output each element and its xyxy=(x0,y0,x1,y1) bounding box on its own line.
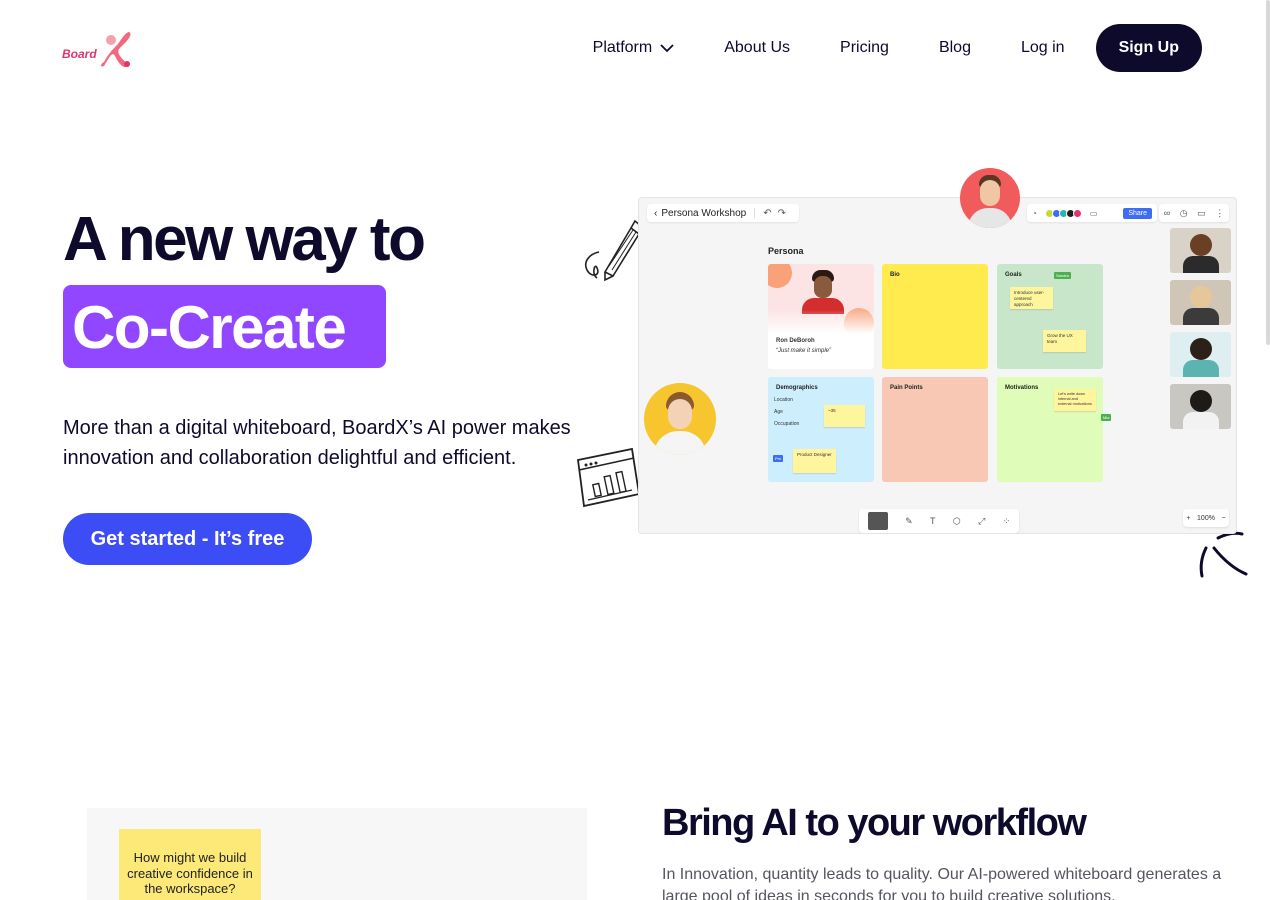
persona-card: Ron DeBoroh “Just make it simple” xyxy=(768,264,874,369)
nav-log-in[interactable]: Log in xyxy=(1021,39,1065,57)
shape-tool-icon[interactable]: ⬡ xyxy=(953,516,961,527)
sign-up-button[interactable]: Sign Up xyxy=(1095,24,1202,72)
zoom-control: + 100% − xyxy=(1183,509,1229,527)
nav-about-us[interactable]: About Us xyxy=(724,39,790,57)
bio-card: Bio xyxy=(882,264,988,369)
hero-headline: A new way to xyxy=(63,205,426,274)
persona-name: Ron DeBoroh xyxy=(776,338,815,344)
motivation-sticky[interactable]: Let's write down internal and external m… xyxy=(1054,389,1096,411)
demo-field: Occupation xyxy=(774,421,800,427)
demographics-card: Demographics Location Age Occupation ~35… xyxy=(768,377,874,482)
connector-tool-icon[interactable]: ⤢ xyxy=(978,516,985,527)
zoom-level: 100% xyxy=(1197,514,1215,522)
demo-field: Age xyxy=(774,409,783,415)
hero-highlight: Co-Create xyxy=(63,285,386,368)
persona-avatar xyxy=(802,270,844,314)
goal-sticky[interactable]: Grow the UX team xyxy=(1043,330,1086,352)
board-tools: ∞ ◷ ▭ ⋮ xyxy=(1159,204,1229,222)
demo-badge: Pm xyxy=(773,455,783,462)
browser-chart-doodle-icon xyxy=(576,447,641,508)
goal-badge: Sandra xyxy=(1054,272,1071,279)
hmw-sticky-note[interactable]: How might we build creative confidence i… xyxy=(119,829,261,900)
persona-quote: “Just make it simple” xyxy=(776,348,832,354)
nav-platform[interactable]: Platform xyxy=(593,39,675,57)
demographics-label: Demographics xyxy=(776,385,818,391)
age-sticky[interactable]: ~35 xyxy=(824,405,865,427)
participant-video[interactable] xyxy=(1170,332,1231,377)
pain-points-card: Pain Points xyxy=(882,377,988,482)
participant-video[interactable] xyxy=(1170,384,1231,429)
hero-description: More than a digital whiteboard, BoardX’s… xyxy=(63,417,571,469)
pencil-doodle-icon xyxy=(584,219,641,282)
page-scrollbar[interactable] xyxy=(1266,0,1270,345)
share-button[interactable]: Share xyxy=(1123,207,1152,219)
board-title-bar: ‹ Persona Workshop ↶ ↷ xyxy=(647,204,799,222)
motivations-label: Motivations xyxy=(1005,385,1039,391)
hero-highlight-text: Co-Create xyxy=(72,294,347,361)
whiteboard-preview: ‹ Persona Workshop ↶ ↷ ◔ ▭ Share ∞ ◷ ▭ ⋮… xyxy=(638,197,1237,534)
timer-icon[interactable]: ◷ xyxy=(1180,208,1188,219)
goal-sticky[interactable]: Introduce user-centered approach xyxy=(1010,287,1053,309)
sticky-note-tool-icon[interactable] xyxy=(867,512,888,530)
board-workspace-title: Persona Workshop xyxy=(661,207,747,219)
zoom-in-icon[interactable]: + xyxy=(1186,515,1190,522)
section-description: In Innovation, quantity leads to quality… xyxy=(662,866,1222,900)
participant-video[interactable] xyxy=(1170,228,1231,273)
logo[interactable]: Board xyxy=(62,28,132,68)
pen-tool-icon[interactable]: ✎ xyxy=(905,516,913,527)
logo-x-icon xyxy=(101,32,131,68)
participant-video[interactable] xyxy=(1170,280,1231,325)
headset-icon[interactable]: ◔ xyxy=(1032,209,1037,218)
main-nav: Platform About Us Pricing Blog Log in Si… xyxy=(593,24,1202,72)
goals-label: Goals xyxy=(1005,272,1022,278)
back-chevron-icon[interactable]: ‹ xyxy=(654,208,657,219)
sparkle-doodle-icon xyxy=(1199,531,1248,578)
section-title: Bring AI to your workflow xyxy=(662,802,1087,844)
apps-tool-icon[interactable]: ⁘ xyxy=(1003,516,1011,527)
collaborator-avatar xyxy=(960,168,1020,228)
bio-label: Bio xyxy=(890,272,900,278)
present-icon[interactable]: ▭ xyxy=(1197,208,1206,219)
text-tool-icon[interactable]: T xyxy=(930,516,936,526)
link-icon[interactable]: ∞ xyxy=(1164,208,1170,218)
board-collab-bar: ◔ ▭ Share xyxy=(1027,204,1157,222)
ai-demo-canvas: How might we build creative confidence i… xyxy=(87,808,587,900)
collaborator-avatar xyxy=(644,383,716,455)
comment-icon[interactable]: ▭ xyxy=(1090,209,1098,218)
video-participants xyxy=(1170,228,1231,436)
motivation-badge: Mia xyxy=(1101,414,1112,421)
nav-blog[interactable]: Blog xyxy=(939,39,971,57)
demo-field: Location xyxy=(774,397,793,403)
more-icon[interactable]: ⋮ xyxy=(1215,208,1224,219)
logo-text: Board xyxy=(62,47,97,61)
get-started-button[interactable]: Get started - It’s free xyxy=(63,513,312,565)
undo-icon[interactable]: ↶ xyxy=(763,208,771,219)
pain-points-label: Pain Points xyxy=(890,385,923,391)
occupation-sticky[interactable]: Product Designer xyxy=(793,449,836,473)
motivations-card: Motivations Let's write down internal an… xyxy=(997,377,1112,482)
goals-card: Goals Sandra Introduce user-centered app… xyxy=(997,264,1103,369)
nav-pricing[interactable]: Pricing xyxy=(840,39,889,57)
zoom-out-icon[interactable]: − xyxy=(1222,515,1226,522)
nav-platform-label: Platform xyxy=(592,39,653,56)
drawing-toolbar: ✎ T ⬡ ⤢ ⁘ xyxy=(859,509,1019,533)
chevron-down-icon xyxy=(660,43,674,52)
persona-section-title: Persona xyxy=(768,246,804,256)
redo-icon[interactable]: ↷ xyxy=(778,208,786,219)
